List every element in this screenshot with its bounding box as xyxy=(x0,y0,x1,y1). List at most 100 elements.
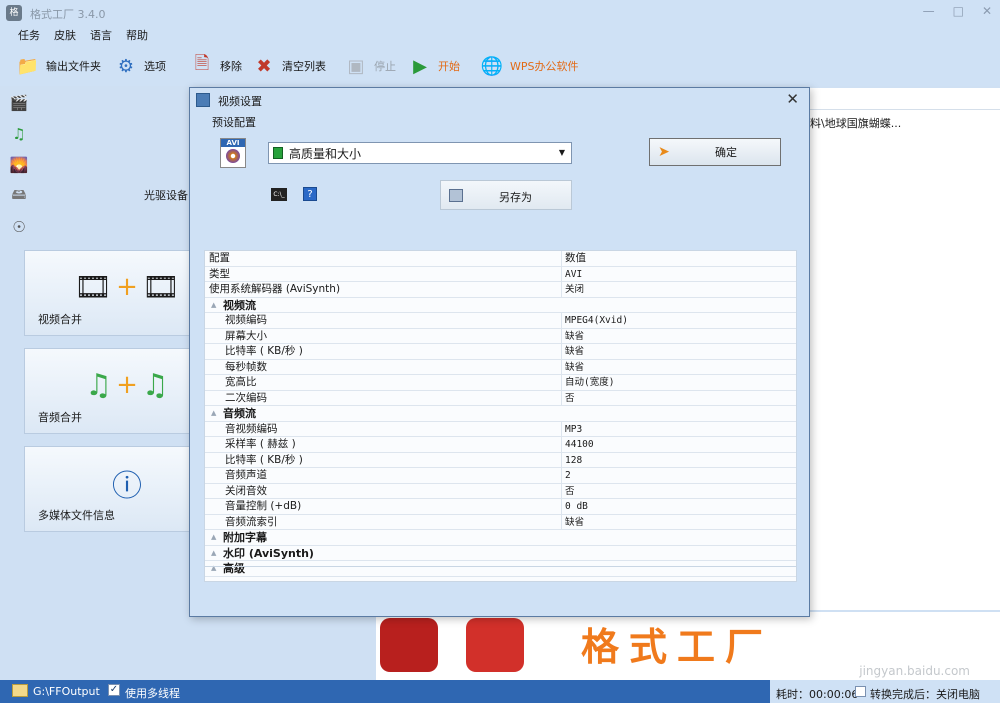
multithread-checkbox[interactable]: ✓ xyxy=(108,684,120,696)
grid-value[interactable]: 0 dB xyxy=(565,499,588,514)
grid-value[interactable]: MP3 xyxy=(565,422,582,437)
grid-property-row[interactable]: 比特率 ( KB/秒 ) 缺省 xyxy=(205,344,796,360)
grid-property-row[interactable]: 每秒帧数 缺省 xyxy=(205,359,796,375)
remove-button[interactable]: 🗎 移除 xyxy=(188,50,242,82)
grid-property-row[interactable]: 采样率 ( 赫兹 ) 44100 xyxy=(205,437,796,453)
grid-column-divider xyxy=(561,437,562,453)
grid-value[interactable]: 自动(宽度) xyxy=(565,375,614,390)
grid-value[interactable]: 128 xyxy=(565,453,582,468)
grid-value[interactable]: 否 xyxy=(565,391,575,406)
options-label: 选项 xyxy=(144,60,166,73)
minimize-button[interactable]: — xyxy=(923,4,935,18)
clear-list-button[interactable]: ✖ 清空列表 xyxy=(250,50,326,82)
grid-column-divider xyxy=(561,375,562,391)
save-as-button[interactable]: 另存为 xyxy=(440,180,572,210)
expand-toggle-icon[interactable]: ▲ xyxy=(211,406,216,421)
grid-property-row[interactable]: 类型 AVI xyxy=(205,266,796,282)
optical-drive-category-icon[interactable]: 🖴 xyxy=(8,185,30,207)
category-icons: 🎬 ♫ 🌄 🖴 ☉ xyxy=(8,92,32,247)
grid-key: 音量控制 (+dB) xyxy=(225,500,302,512)
ok-button[interactable]: ➤ 确定 xyxy=(649,138,781,166)
video-merge-tile[interactable]: 🎞 + 🎞 视频合并 xyxy=(24,250,192,336)
dialog-app-icon xyxy=(196,93,210,107)
expand-toggle-icon[interactable]: ▲ xyxy=(211,561,216,576)
grid-property-row[interactable]: 宽高比 自动(宽度) xyxy=(205,375,796,391)
grid-property-row[interactable]: 音视频编码 MP3 xyxy=(205,421,796,437)
preset-select[interactable]: 高质量和大小 ▼ xyxy=(268,142,572,164)
output-folder-icon[interactable] xyxy=(12,684,28,697)
start-button[interactable]: ▶ 开始 xyxy=(406,50,460,82)
grid-value[interactable]: 缺省 xyxy=(565,329,584,344)
media-info-tile[interactable]: ⓘ 多媒体文件信息 xyxy=(24,446,192,532)
video-category-icon[interactable]: 🎬 xyxy=(8,92,30,114)
elapsed-time: 耗时：00:00:06 xyxy=(776,688,859,701)
expand-toggle-icon[interactable]: ▲ xyxy=(211,546,216,561)
window-controls: — □ ✕ xyxy=(923,4,992,18)
menu-task[interactable]: 任务 xyxy=(18,26,40,46)
menu-skin[interactable]: 皮肤 xyxy=(54,26,76,46)
file-list-item[interactable]: 料\地球国旗蝴蝶... xyxy=(810,115,901,131)
output-path[interactable]: G:\FFOutput xyxy=(33,685,100,698)
grid-property-row[interactable]: 关闭音效 否 xyxy=(205,483,796,499)
after-convert-checkbox[interactable] xyxy=(855,686,866,697)
grid-category-row[interactable]: ▲ 视频流 xyxy=(205,298,796,313)
avi-format-icon: AVI xyxy=(220,138,246,168)
menu-language[interactable]: 语言 xyxy=(90,26,112,46)
grid-category-row[interactable]: ▲ 音频流 xyxy=(205,406,796,422)
grid-property-row[interactable]: 视频编码 MPEG4(Xvid) xyxy=(205,313,796,329)
expand-toggle-icon[interactable]: ▲ xyxy=(211,298,216,313)
grid-value[interactable]: 关闭 xyxy=(565,282,584,297)
grid-value[interactable]: 缺省 xyxy=(565,344,584,359)
dialog-title: 视频设置 xyxy=(218,95,262,108)
grid-value[interactable]: MPEG4(Xvid) xyxy=(565,313,628,328)
grid-property-row[interactable]: 使用系统解码器 (AviSynth) 关闭 xyxy=(205,282,796,298)
grid-key: 比特率 ( KB/秒 ) xyxy=(225,453,303,466)
utilities-category-icon[interactable]: ☉ xyxy=(8,216,30,238)
grid-value[interactable]: 否 xyxy=(565,484,575,499)
grid-property-row[interactable]: 音频流索引 缺省 xyxy=(205,514,796,530)
gear-icon: ⚙ xyxy=(117,55,135,77)
camcorder-image xyxy=(380,618,438,672)
wps-button[interactable]: 🌐 WPS办公软件 xyxy=(478,50,579,82)
menu-bar: 任务 皮肤 语言 帮助 xyxy=(0,26,1000,46)
grid-property-row[interactable]: 屏幕大小 缺省 xyxy=(205,328,796,344)
grid-column-divider xyxy=(561,282,562,298)
grid-value[interactable]: 2 xyxy=(565,468,571,483)
grid-column-divider xyxy=(561,266,562,282)
grid-category-row[interactable]: ▲ 附加字幕 xyxy=(205,530,796,546)
ad-banner[interactable]: 格式工厂 jingyan.baidu.com xyxy=(376,612,1000,680)
audio-merge-tile[interactable]: ♫ + ♫ 音频合并 xyxy=(24,348,192,434)
audio-category-icon[interactable]: ♫ xyxy=(8,123,30,145)
grid-property-row[interactable]: 比特率 ( KB/秒 ) 128 xyxy=(205,452,796,468)
grid-key: 宽高比 xyxy=(225,376,257,388)
grid-category-row[interactable]: ▲ 水印 (AviSynth) xyxy=(205,546,796,561)
grid-property-row[interactable]: 音频声道 2 xyxy=(205,468,796,484)
grid-value[interactable]: 44100 xyxy=(565,437,594,452)
grid-value[interactable]: 缺省 xyxy=(565,360,584,375)
maximize-button[interactable]: □ xyxy=(953,4,964,18)
watermark-text: jingyan.baidu.com xyxy=(859,664,970,678)
ok-label: 确定 xyxy=(715,146,737,159)
stop-button[interactable]: ▣ 停止 xyxy=(342,50,396,82)
close-button[interactable]: ✕ xyxy=(982,4,992,18)
grid-category-row[interactable]: ▲ 高级 xyxy=(205,561,796,577)
audio-merge-icon: ♫ + ♫ xyxy=(85,367,169,403)
start-label: 开始 xyxy=(438,60,460,73)
save-as-label: 另存为 xyxy=(499,191,532,204)
grid-property-row[interactable]: 音量控制 (+dB) 0 dB xyxy=(205,499,796,515)
grid-key: 类型 xyxy=(209,267,230,280)
help-icon[interactable]: ? xyxy=(303,187,317,201)
command-line-icon[interactable]: C:\_ xyxy=(271,188,287,201)
expand-toggle-icon[interactable]: ▲ xyxy=(211,530,216,545)
menu-help[interactable]: 帮助 xyxy=(126,26,148,46)
output-folder-button[interactable]: 📁 输出文件夹 xyxy=(14,50,101,82)
grid-value[interactable]: 缺省 xyxy=(565,515,584,530)
dialog-close-icon[interactable]: ✕ xyxy=(786,90,799,108)
grid-value[interactable]: AVI xyxy=(565,267,582,282)
grid-key: 关闭音效 xyxy=(225,484,267,497)
grid-property-row[interactable]: 二次编码 否 xyxy=(205,390,796,406)
chevron-down-icon[interactable]: ▼ xyxy=(559,148,565,157)
wps-globe-icon: 🌐 xyxy=(480,55,504,77)
picture-category-icon[interactable]: 🌄 xyxy=(8,154,30,176)
options-button[interactable]: ⚙ 选项 xyxy=(112,50,166,82)
